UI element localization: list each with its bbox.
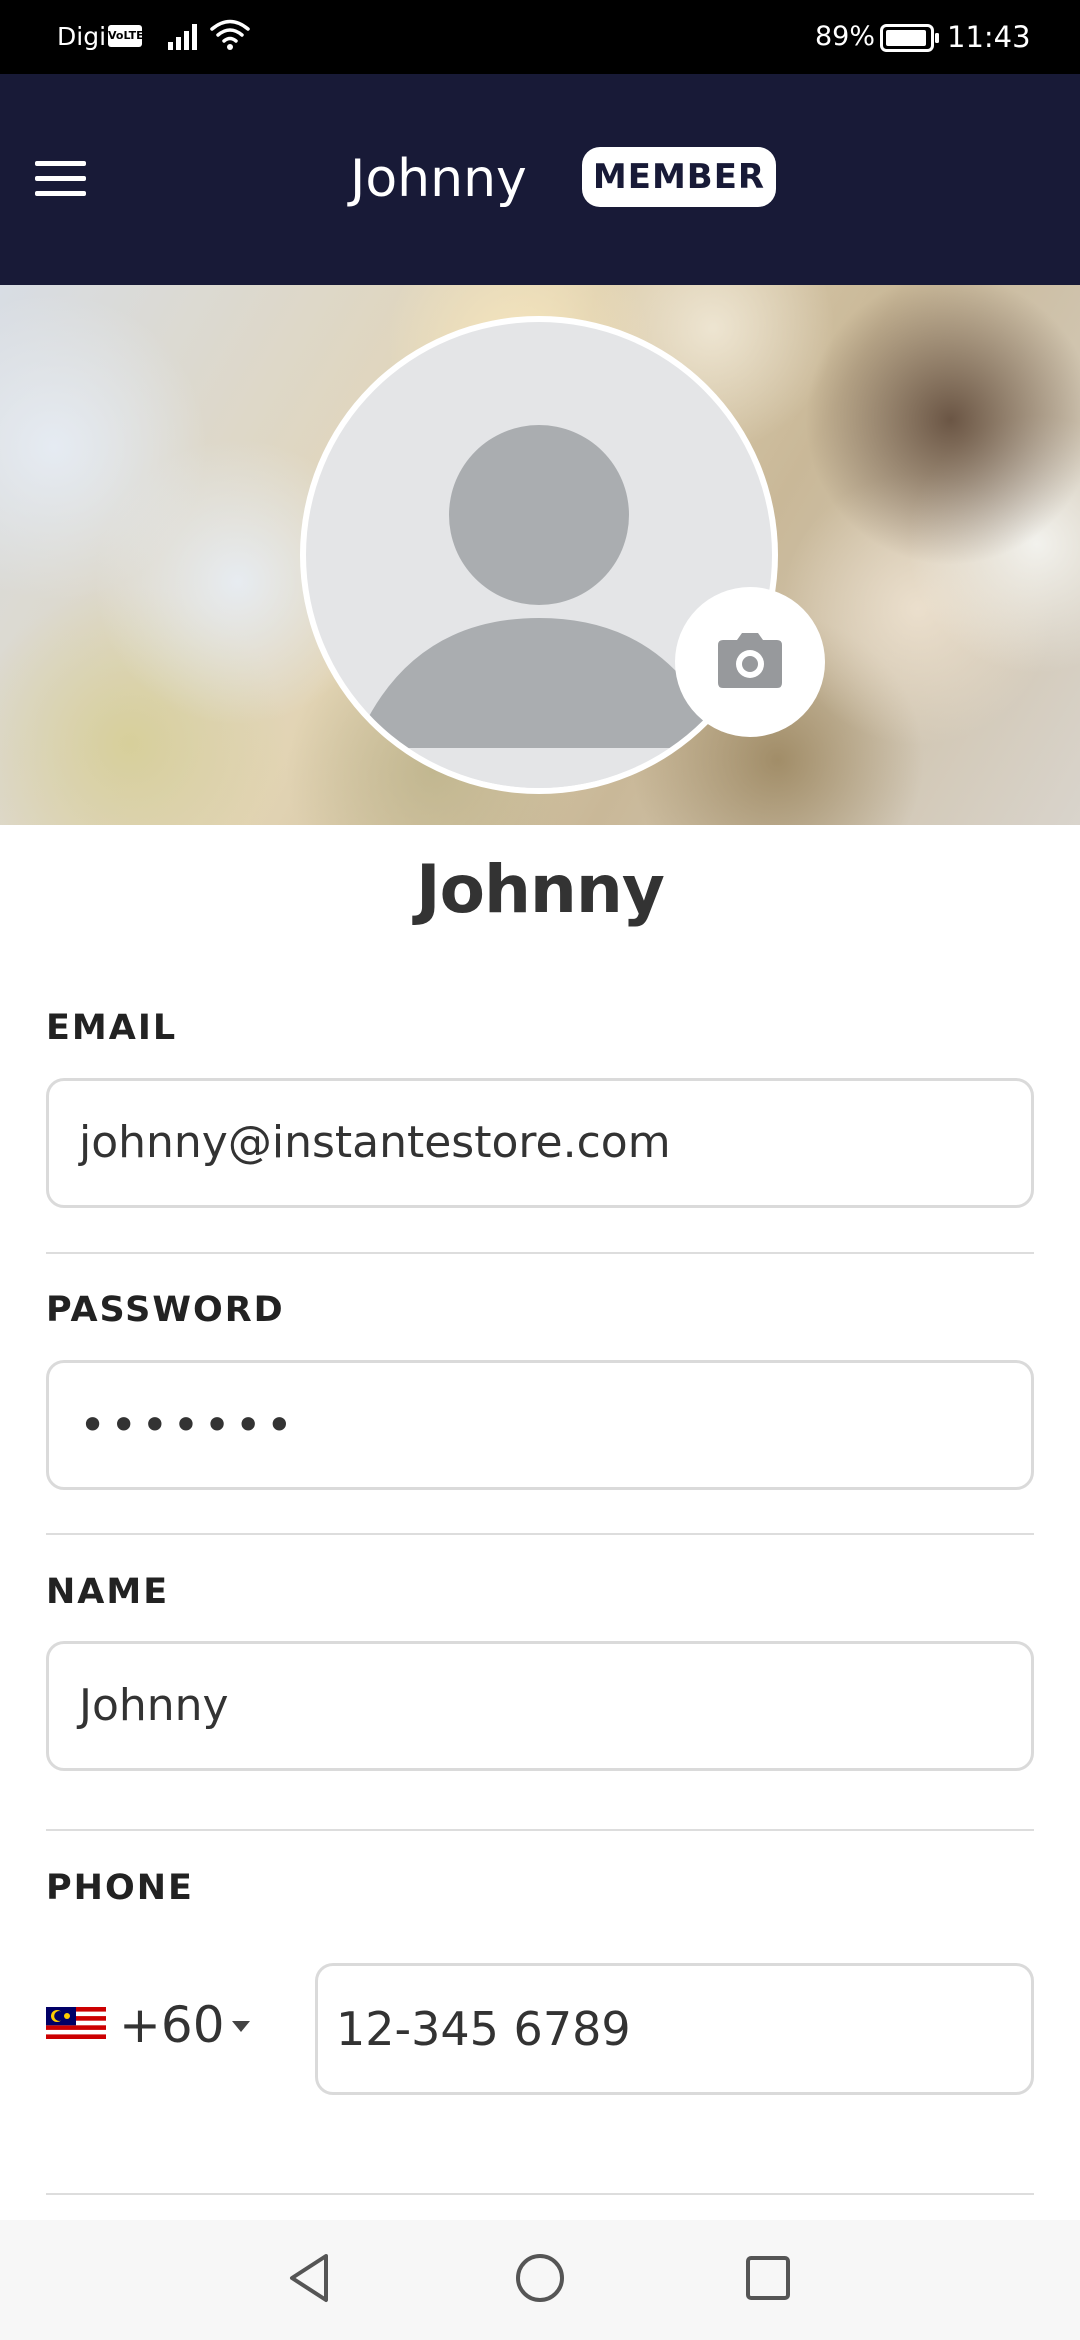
country-code: +60	[119, 1996, 225, 2054]
phone-label: PHONE	[46, 1868, 194, 1908]
wifi-icon	[210, 18, 250, 56]
hamburger-menu-icon[interactable]	[22, 140, 98, 216]
cellular-signal-icon	[168, 20, 202, 56]
password-label: PASSWORD	[46, 1290, 285, 1330]
battery-percent: 89%	[815, 21, 876, 52]
malaysia-flag-icon	[46, 2007, 106, 2043]
country-code-picker[interactable]: +60	[46, 1995, 276, 2055]
back-triangle-icon	[286, 2252, 334, 2308]
divider	[46, 1533, 1034, 1535]
carrier-name: Digi	[57, 22, 107, 51]
recents-button[interactable]	[708, 2220, 828, 2340]
profile-name: Johnny	[416, 851, 665, 928]
battery-icon	[880, 24, 940, 56]
back-button[interactable]	[250, 2220, 370, 2340]
email-field[interactable]: johnny@instantestore.com	[46, 1078, 1034, 1208]
volte-badge: VoLTE	[108, 25, 144, 47]
system-nav-bar	[0, 2220, 1080, 2340]
app-header: Johnny MEMBER	[0, 74, 1080, 285]
phone-field[interactable]: 12-345 6789	[315, 1963, 1034, 2095]
status-bar: Digi VoLTE 89% 11:43	[0, 0, 1080, 74]
recents-square-icon	[744, 2254, 792, 2306]
divider	[46, 1252, 1034, 1254]
camera-icon	[717, 632, 783, 692]
home-button[interactable]	[480, 2220, 600, 2340]
member-badge: MEMBER	[582, 147, 776, 207]
clock: 11:43	[947, 20, 1031, 54]
chevron-down-icon	[232, 2021, 250, 2032]
email-label: EMAIL	[46, 1008, 178, 1048]
name-label: NAME	[46, 1572, 170, 1612]
password-field[interactable]: •••••••	[46, 1360, 1034, 1490]
home-circle-icon	[514, 2252, 566, 2308]
divider	[46, 1829, 1034, 1831]
name-field[interactable]: Johnny	[46, 1641, 1034, 1771]
divider	[46, 2193, 1034, 2195]
header-title: Johnny	[350, 149, 527, 209]
change-photo-button[interactable]	[675, 587, 825, 737]
